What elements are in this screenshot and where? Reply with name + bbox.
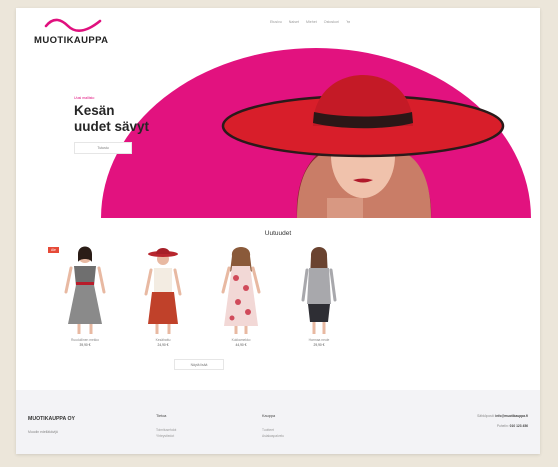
brand-logo[interactable]: MUOTIKAUPPA (34, 18, 108, 46)
product-price: 24,90 € (157, 343, 169, 347)
product-image[interactable] (54, 244, 116, 336)
footer-column-title: Kauppa (262, 414, 276, 418)
hero-text: Uusi mallisto Kesän uudet sävyt Tutustu (74, 96, 149, 154)
footer-contact-label: Sähköposti: (477, 414, 495, 418)
product-price: 39,90 € (79, 343, 91, 347)
product-card[interactable]: Kesähattu 24,90 € (132, 244, 194, 347)
nav-men[interactable]: Miehet (306, 20, 317, 24)
footer-column-shop: Kauppa Tuotteet Asiakaspalvelu (262, 414, 284, 440)
footer-link[interactable]: Tuotteet (262, 428, 284, 432)
product-name[interactable]: Kukkamekko (210, 338, 272, 342)
main-nav: Etusivu Naiset Miehet Ostoskori (270, 20, 350, 24)
nav-home[interactable]: Etusivu (270, 20, 282, 24)
product-price: 29,90 € (313, 343, 325, 347)
footer-company-tagline: Muodin edelläkävijä (28, 430, 58, 434)
product-name[interactable]: Kesähattu (132, 338, 194, 342)
footer-link[interactable]: Yhteystiedot (156, 434, 176, 438)
footer-contact-phone: Puhelin: 010 123 456 (477, 424, 528, 428)
site-footer: MUOTIKAUPPA OY Muodin edelläkävijä Tieto… (16, 390, 540, 454)
product-name[interactable]: Ruudullinen mekko (54, 338, 116, 342)
brand-name: MUOTIKAUPPA (34, 35, 109, 46)
hero-title-line-1: Kesän (74, 103, 115, 118)
sale-badge: Ale (48, 247, 59, 253)
product-image[interactable] (288, 244, 350, 336)
footer-contact-email: Sähköposti: info@muotikauppa.fi (477, 414, 528, 418)
product-image[interactable] (210, 244, 272, 336)
footer-column-title: Tietoa (156, 414, 167, 418)
page: MUOTIKAUPPA Etusivu Naiset Miehet Ostosk… (16, 8, 540, 454)
footer-contact-value[interactable]: info@muotikauppa.fi (495, 414, 528, 418)
hero-title: Kesän uudet sävyt (74, 103, 149, 135)
footer-link[interactable]: Asiakaspalvelu (262, 434, 284, 438)
new-arrivals-title: Uutuudet (264, 230, 292, 237)
footer-company-name: MUOTIKAUPPA OY (28, 416, 75, 422)
hero-title-line-2: uudet sävyt (74, 119, 150, 134)
hero-banner-image (101, 48, 531, 218)
nav-women[interactable]: Naiset (289, 20, 299, 24)
product-image[interactable] (132, 244, 194, 336)
footer-contact-label: Puhelin: (496, 424, 509, 428)
product-name[interactable]: Harmaa neule (288, 338, 350, 342)
footer-column-info: Tietoa Toimitusehdot Yhteystiedot (156, 414, 176, 440)
cart-icon[interactable] (346, 20, 350, 24)
product-grid: Ale Ruudullinen mekko 39,90 € Kesähattu … (48, 244, 350, 347)
footer-contact: Sähköposti: info@muotikauppa.fi Puhelin:… (477, 414, 528, 434)
show-more-button[interactable]: Näytä lisää (174, 359, 224, 370)
hero-kicker: Uusi mallisto (74, 96, 95, 100)
footer-link[interactable]: Toimitusehdot (156, 428, 176, 432)
product-card[interactable]: Harmaa neule 29,90 € (288, 244, 350, 347)
hero-cta-button[interactable]: Tutustu (74, 142, 132, 154)
nav-cart[interactable]: Ostoskori (324, 20, 339, 24)
product-price: 44,90 € (235, 343, 247, 347)
footer-contact-value[interactable]: 010 123 456 (510, 424, 528, 428)
logo-swoosh-icon (44, 18, 102, 32)
product-card[interactable]: Kukkamekko 44,90 € (210, 244, 272, 347)
product-card[interactable]: Ale Ruudullinen mekko 39,90 € (48, 244, 116, 347)
